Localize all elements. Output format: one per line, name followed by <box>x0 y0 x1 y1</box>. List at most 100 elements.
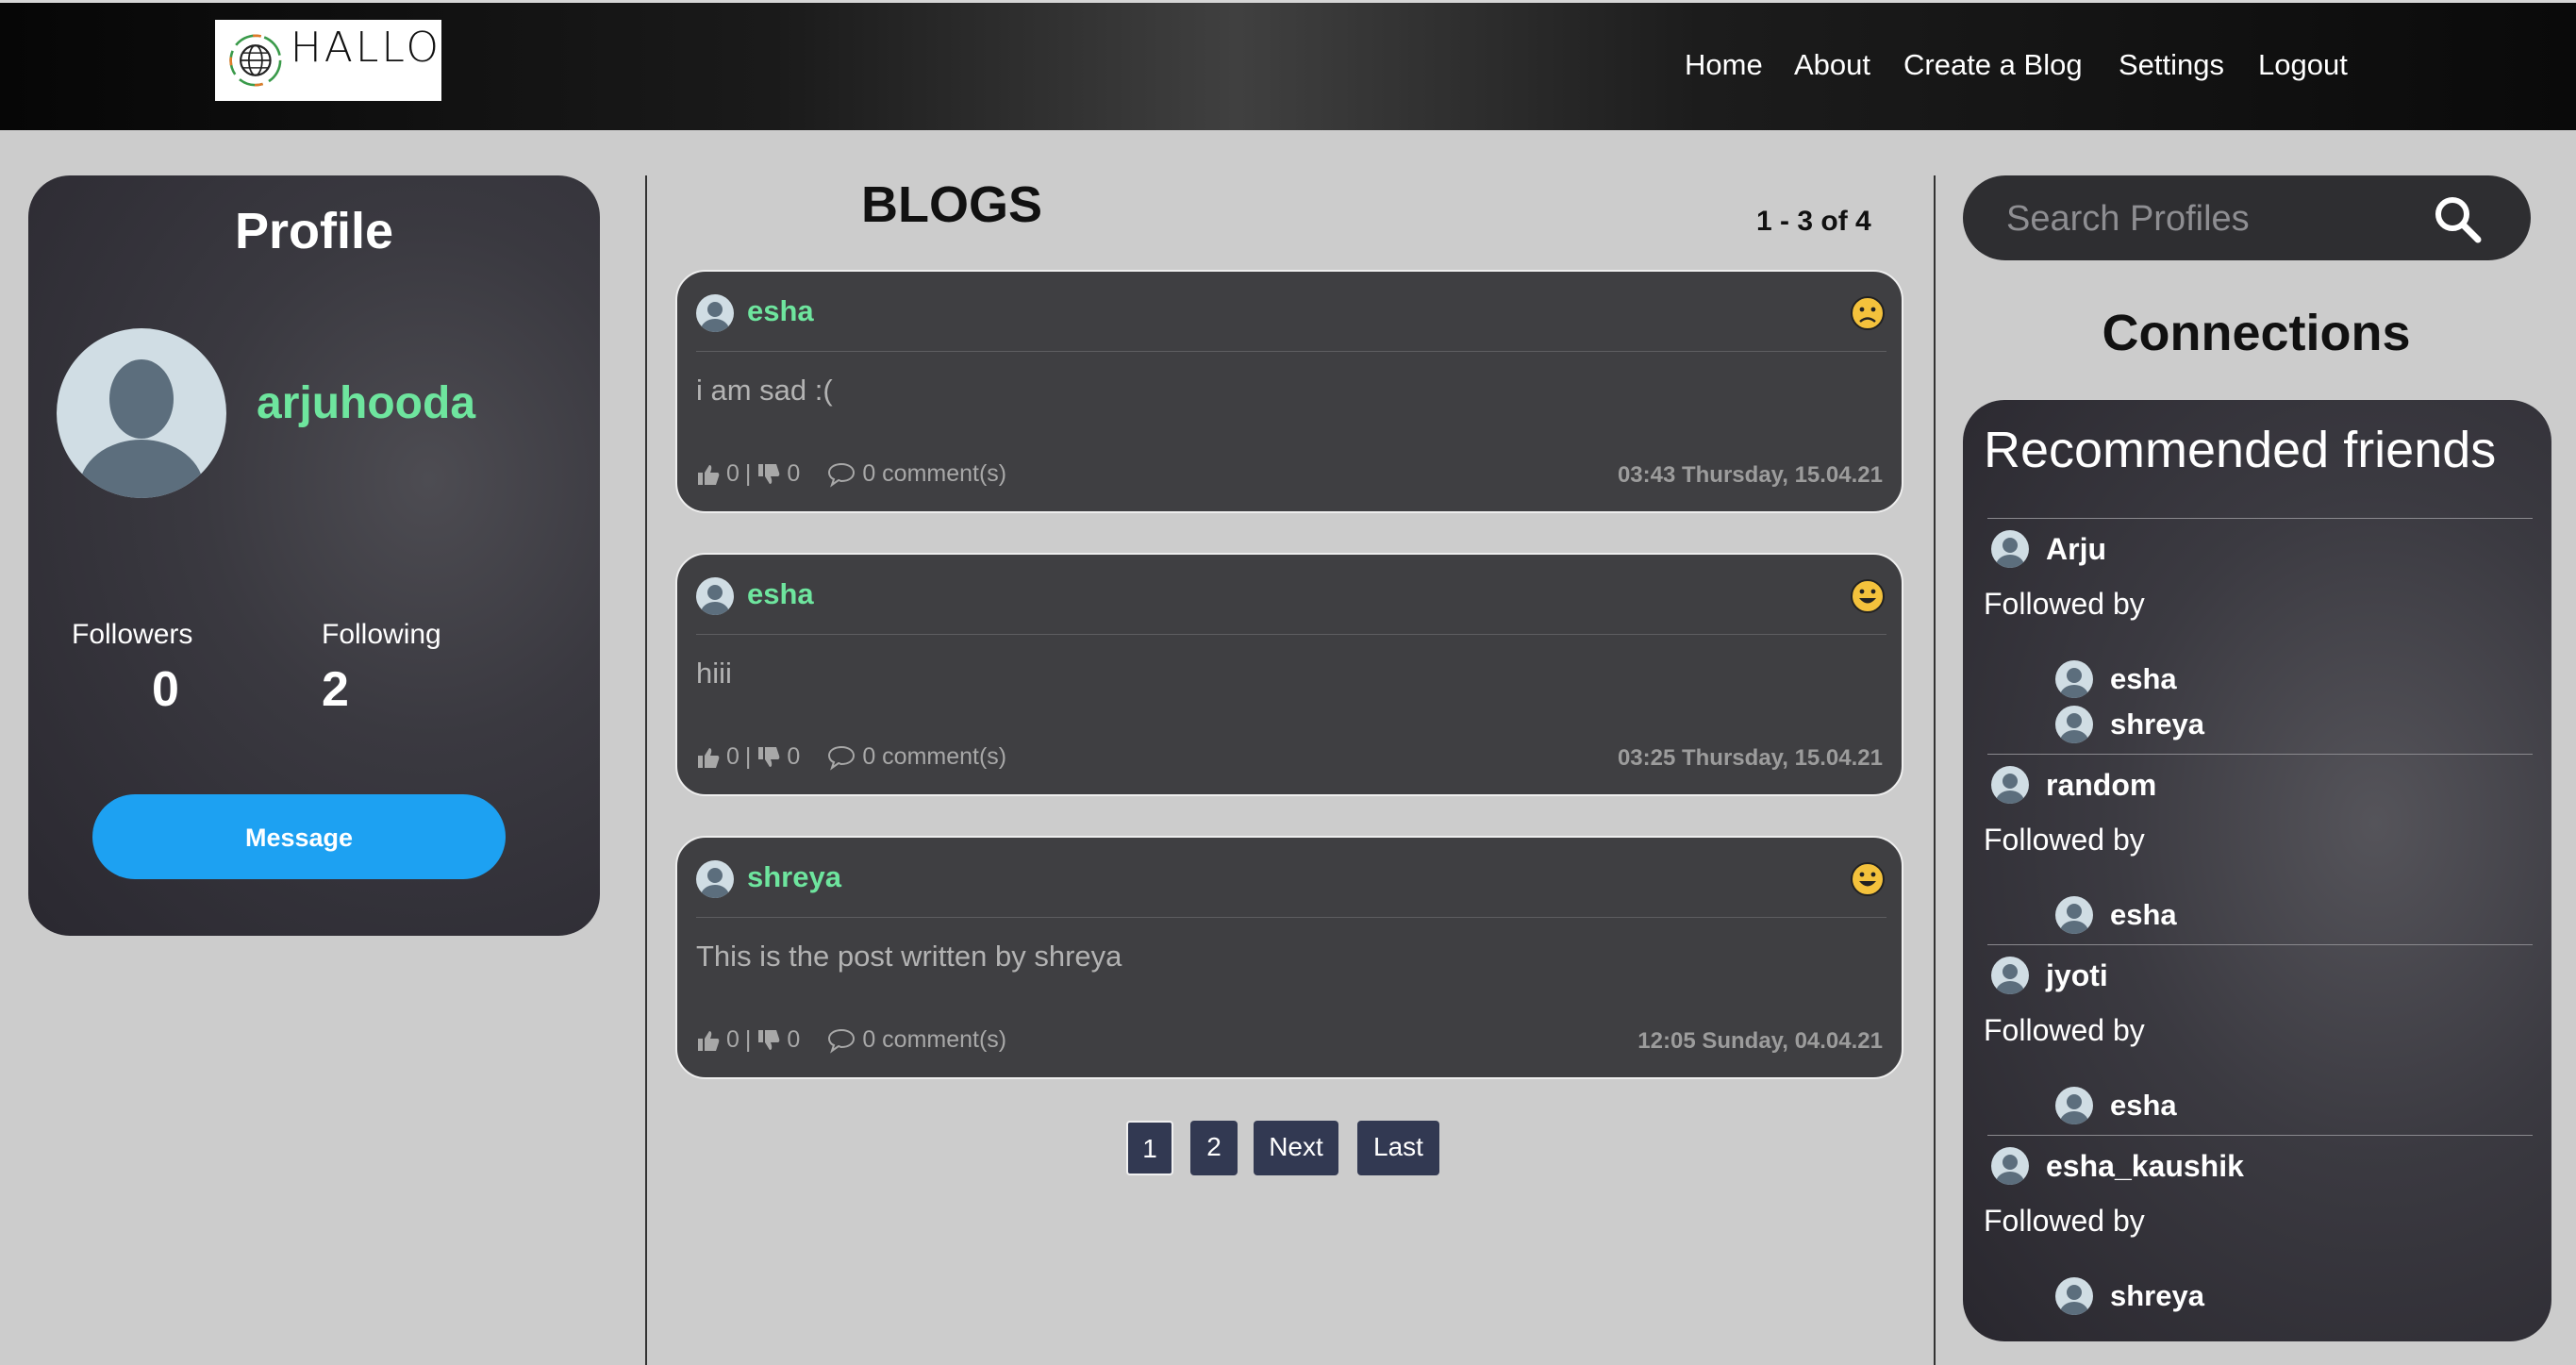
nav-about[interactable]: About <box>1794 48 1870 82</box>
mutual-follower-name[interactable]: shreya <box>2110 707 2204 741</box>
dislikes-count: 0 <box>787 1026 801 1053</box>
mutual-avatar <box>2055 1277 2093 1315</box>
user-avatar-icon <box>701 868 729 898</box>
post-reactions: 0 | 0 0 comment(s) <box>696 460 1006 488</box>
user-avatar-icon <box>79 359 204 498</box>
user-avatar-icon <box>2060 904 2088 934</box>
mutual-avatar <box>2055 896 2093 934</box>
post-author[interactable]: esha <box>747 577 814 611</box>
author-avatar <box>696 294 734 332</box>
followed-by-label: Followed by <box>1984 1204 2145 1238</box>
mutual-follower-name[interactable]: shreya <box>2110 1279 2204 1313</box>
profile-card: Profile arjuhooda Followers 0 Following … <box>28 175 600 936</box>
reaction-separator: | <box>744 743 752 770</box>
comments-count[interactable]: 0 comment(s) <box>862 1026 1006 1054</box>
top-navbar: HALLO Home About Create a Blog Settings … <box>0 0 2576 130</box>
blogs-title: BLOGS <box>861 176 1043 233</box>
post-reactions: 0 | 0 0 comment(s) <box>696 743 1006 771</box>
author-avatar <box>696 860 734 898</box>
post-body: i am sad :( <box>696 374 833 407</box>
following-label: Following <box>322 619 441 650</box>
search-input[interactable] <box>2004 192 2423 245</box>
happy-face-icon <box>1851 579 1885 613</box>
search-bar <box>1963 175 2531 260</box>
comment-icon[interactable] <box>826 461 856 488</box>
profile-username[interactable]: arjuhooda <box>257 377 475 429</box>
followed-by-label: Followed by <box>1984 587 2145 621</box>
connections-title: Connections <box>2102 305 2411 361</box>
dislikes-count: 0 <box>787 743 801 770</box>
thumbs-down-icon[interactable] <box>756 745 781 770</box>
mutual-follower-name[interactable]: esha <box>2110 1089 2177 1123</box>
recommended-friends-title: Recommended friends <box>1984 422 2497 478</box>
friend-name[interactable]: Arju <box>2046 532 2106 567</box>
post-divider <box>696 917 1886 918</box>
thumbs-down-icon[interactable] <box>756 462 781 487</box>
blog-post[interactable]: esha hiii 0 | 0 0 comment(s) 03:25 Thurs… <box>675 553 1903 796</box>
post-timestamp: 12:05 Sunday, 04.04.21 <box>1637 1028 1883 1054</box>
following-count[interactable]: 2 <box>322 661 349 718</box>
user-avatar-icon <box>2060 713 2088 743</box>
thumbs-up-icon[interactable] <box>696 462 721 487</box>
right-divider <box>1934 175 1936 1365</box>
blog-post[interactable]: shreya This is the post written by shrey… <box>675 836 1903 1079</box>
nav-logout[interactable]: Logout <box>2258 48 2348 82</box>
user-avatar-icon <box>2060 668 2088 698</box>
nav-settings[interactable]: Settings <box>2119 48 2224 82</box>
post-timestamp: 03:43 Thursday, 15.04.21 <box>1617 462 1883 488</box>
friend-avatar <box>1991 957 2029 994</box>
site-logo[interactable]: HALLO <box>215 20 441 101</box>
post-author[interactable]: esha <box>747 294 814 328</box>
happy-face-icon <box>1851 862 1885 896</box>
left-divider <box>645 175 647 1365</box>
page-1-button[interactable]: 1 <box>1126 1121 1173 1175</box>
friend-divider <box>1987 754 2533 755</box>
dislikes-count: 0 <box>787 460 801 487</box>
friend-name[interactable]: esha_kaushik <box>2046 1149 2244 1184</box>
blog-post[interactable]: esha i am sad :( 0 | 0 0 comment(s) 03:4… <box>675 270 1903 513</box>
likes-count: 0 <box>726 1026 740 1053</box>
user-avatar-icon <box>701 585 729 615</box>
post-timestamp: 03:25 Thursday, 15.04.21 <box>1617 745 1883 771</box>
followers-count[interactable]: 0 <box>152 661 179 718</box>
last-page-button[interactable]: Last <box>1357 1121 1439 1175</box>
profile-title: Profile <box>234 203 394 259</box>
friend-divider <box>1987 1135 2533 1136</box>
user-avatar-icon <box>2060 1094 2088 1124</box>
friend-name[interactable]: random <box>2046 768 2156 803</box>
mutual-avatar <box>2055 1087 2093 1124</box>
comment-icon[interactable] <box>826 1027 856 1054</box>
mutual-follower-name[interactable]: esha <box>2110 662 2177 696</box>
logo-text: HALLO <box>290 23 441 72</box>
post-divider <box>696 351 1886 352</box>
friend-avatar <box>1991 766 2029 804</box>
avatar <box>57 328 226 498</box>
post-reactions: 0 | 0 0 comment(s) <box>696 1026 1006 1054</box>
globe-icon <box>229 34 282 87</box>
next-page-button[interactable]: Next <box>1254 1121 1338 1175</box>
post-author[interactable]: shreya <box>747 860 841 894</box>
followed-by-label: Followed by <box>1984 823 2145 857</box>
search-icon[interactable] <box>2431 192 2484 245</box>
thumbs-up-icon[interactable] <box>696 745 721 770</box>
nav-home[interactable]: Home <box>1685 48 1763 82</box>
nav-create-blog[interactable]: Create a Blog <box>1903 48 2083 82</box>
comments-count[interactable]: 0 comment(s) <box>862 460 1006 488</box>
mutual-follower-name[interactable]: esha <box>2110 898 2177 932</box>
thumbs-up-icon[interactable] <box>696 1028 721 1053</box>
thumbs-down-icon[interactable] <box>756 1028 781 1053</box>
comment-icon[interactable] <box>826 744 856 771</box>
comments-count[interactable]: 0 comment(s) <box>862 743 1006 771</box>
user-avatar-icon <box>2060 1285 2088 1315</box>
page-2-button[interactable]: 2 <box>1190 1121 1238 1175</box>
message-button[interactable]: Message <box>92 794 506 879</box>
likes-count: 0 <box>726 743 740 770</box>
mutual-avatar <box>2055 706 2093 743</box>
likes-count: 0 <box>726 460 740 487</box>
user-avatar-icon <box>701 302 729 332</box>
user-avatar-icon <box>1996 774 2024 804</box>
friend-name[interactable]: jyoti <box>2046 958 2108 993</box>
sad-face-icon <box>1851 296 1885 330</box>
followed-by-label: Followed by <box>1984 1013 2145 1047</box>
recommended-friends-card: Recommended friends Arju Followed by esh… <box>1963 400 2551 1341</box>
